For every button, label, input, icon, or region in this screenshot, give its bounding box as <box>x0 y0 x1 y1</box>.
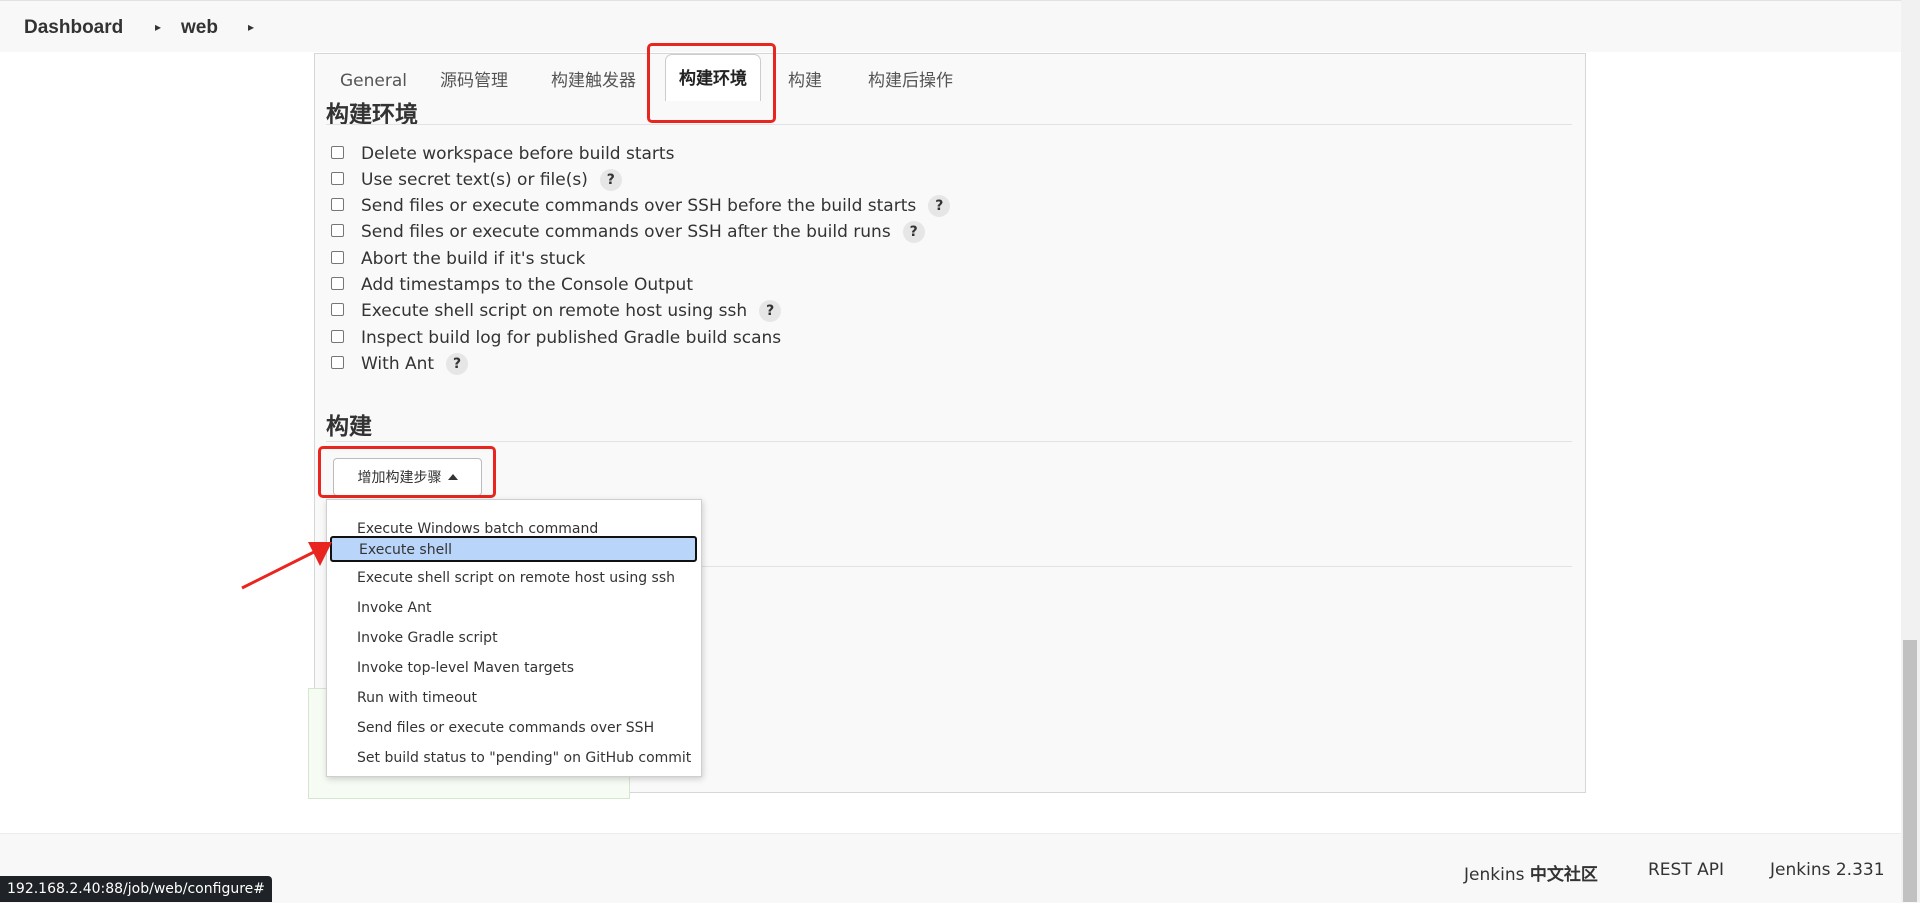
section-divider <box>700 566 1572 567</box>
menu-item-ssh-commands[interactable]: Send files or execute commands over SSH <box>357 717 654 739</box>
status-url: 192.168.2.40:88/job/web/configure# <box>0 876 272 902</box>
section-divider <box>326 124 1572 125</box>
footer-community-suffix: 中文社区 <box>1529 865 1598 885</box>
menu-item-remote-shell[interactable]: Execute shell script on remote host usin… <box>357 567 675 589</box>
tab-source-management[interactable]: 源码管理 <box>434 66 514 96</box>
option-remote-shell: Execute shell script on remote host usin… <box>331 300 782 322</box>
tab-general[interactable]: General <box>334 66 413 96</box>
help-icon[interactable]: ? <box>599 169 622 191</box>
option-abort-stuck: Abort the build if it's stuck <box>331 248 585 270</box>
red-arrow-icon <box>241 542 332 590</box>
breadcrumb-separator-icon[interactable]: ▸ <box>155 20 161 34</box>
option-label: Abort the build if it's stuck <box>361 249 586 269</box>
help-icon[interactable]: ? <box>902 221 925 243</box>
option-checkbox[interactable] <box>331 171 344 185</box>
add-step-highlight <box>318 446 496 498</box>
option-label: Delete workspace before build starts <box>361 144 675 164</box>
option-add-timestamps: Add timestamps to the Console Output <box>331 274 693 296</box>
tab-post-build-actions[interactable]: 构建后操作 <box>862 66 959 96</box>
option-checkbox[interactable] <box>331 223 344 237</box>
option-checkbox[interactable] <box>331 355 344 369</box>
add-step-menu: Execute Windows batch command Execute sh… <box>326 499 702 777</box>
option-with-ant: With Ant ? <box>331 353 469 375</box>
option-label: Inspect build log for published Gradle b… <box>361 328 782 348</box>
active-tab-highlight <box>647 43 776 123</box>
option-delete-workspace: Delete workspace before build starts <box>331 143 674 165</box>
option-label: Use secret text(s) or file(s) <box>361 170 588 190</box>
option-checkbox[interactable] <box>331 145 344 159</box>
section-divider <box>326 441 1572 442</box>
menu-item-invoke-maven[interactable]: Invoke top-level Maven targets <box>357 657 574 679</box>
page-footer: Jenkins 中文社区 REST API Jenkins 2.331 <box>0 833 1920 903</box>
menu-item-invoke-ant[interactable]: Invoke Ant <box>357 597 431 619</box>
breadcrumb-separator-icon[interactable]: ▸ <box>248 20 254 34</box>
config-tabs: General 源码管理 构建触发器 构建环境 构建 构建后操作 <box>315 54 1585 104</box>
option-ssh-before-build: Send files or execute commands over SSH … <box>331 195 951 217</box>
option-checkbox[interactable] <box>331 250 344 264</box>
help-icon[interactable]: ? <box>446 353 469 375</box>
tab-build-triggers[interactable]: 构建触发器 <box>545 66 642 96</box>
option-secret-text: Use secret text(s) or file(s) ? <box>331 169 622 191</box>
option-ssh-after-build: Send files or execute commands over SSH … <box>331 221 925 243</box>
scrollbar-thumb[interactable] <box>1903 640 1917 902</box>
menu-item-run-timeout[interactable]: Run with timeout <box>357 687 477 709</box>
breadcrumb-dashboard[interactable]: Dashboard <box>24 17 123 39</box>
footer-version-link[interactable]: Jenkins 2.331 <box>1770 860 1885 880</box>
option-label: Send files or execute commands over SSH … <box>361 196 917 216</box>
option-label: Execute shell script on remote host usin… <box>361 301 748 321</box>
option-checkbox[interactable] <box>331 302 344 316</box>
breadcrumb-web[interactable]: web <box>181 17 218 39</box>
help-icon[interactable]: ? <box>759 300 782 322</box>
option-checkbox[interactable] <box>331 197 344 211</box>
menu-item-invoke-gradle[interactable]: Invoke Gradle script <box>357 627 498 649</box>
footer-rest-api-link[interactable]: REST API <box>1648 860 1724 880</box>
option-label: With Ant <box>361 354 435 374</box>
option-checkbox[interactable] <box>331 329 344 343</box>
option-checkbox[interactable] <box>331 276 344 290</box>
build-title: 构建 <box>326 414 372 440</box>
option-label: Add timestamps to the Console Output <box>361 275 693 295</box>
menu-item-execute-shell[interactable]: Execute shell <box>330 536 697 562</box>
option-label: Send files or execute commands over SSH … <box>361 222 891 242</box>
footer-community-prefix: Jenkins <box>1464 865 1525 885</box>
breadcrumb: Dashboard ▸ web ▸ <box>0 0 1920 52</box>
tab-build[interactable]: 构建 <box>782 66 828 96</box>
menu-item-github-pending[interactable]: Set build status to "pending" on GitHub … <box>357 747 691 769</box>
help-icon[interactable]: ? <box>928 195 951 217</box>
footer-community-link[interactable]: Jenkins 中文社区 <box>1464 860 1598 885</box>
option-gradle-scans: Inspect build log for published Gradle b… <box>331 327 781 349</box>
